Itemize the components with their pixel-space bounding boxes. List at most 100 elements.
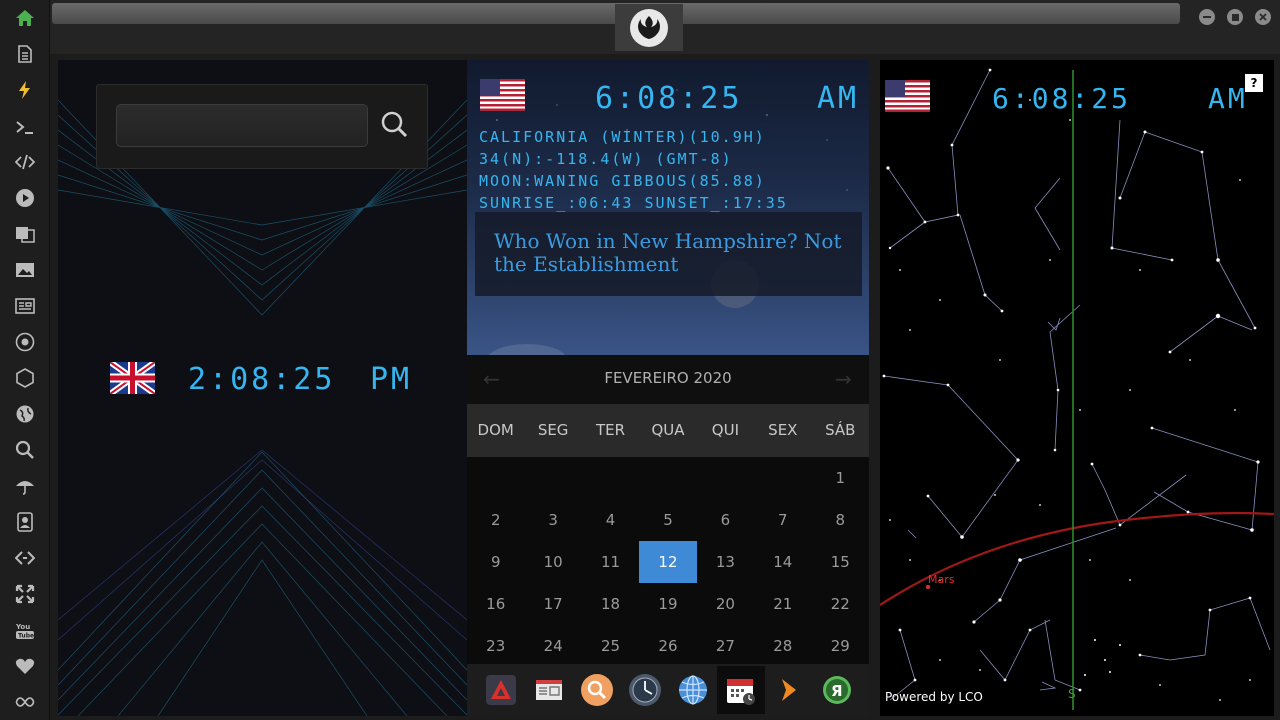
coordinates-line: 34(N):-118.4(W) (GMT-8)	[479, 150, 733, 168]
arch-icon[interactable]	[477, 666, 525, 714]
sky-clock-time: 6:08:25	[992, 82, 1132, 115]
calendar-day[interactable]: 23	[467, 625, 524, 667]
calendar-day[interactable]: 19	[639, 583, 696, 625]
clock-app-icon[interactable]	[621, 666, 669, 714]
moon-phase-line: MOON:WANING GIBBOUS(85.88)	[479, 172, 766, 190]
calendar-day	[639, 457, 696, 499]
sky-clock-ampm: AM	[1208, 82, 1248, 115]
calendar-day	[754, 457, 811, 499]
calendar-day-today[interactable]: 12	[639, 541, 697, 583]
calendar-day[interactable]: 7	[754, 499, 811, 541]
calendar-day[interactable]: 18	[582, 583, 639, 625]
svg-text:Tube: Tube	[18, 633, 34, 640]
calendar-day[interactable]: 11	[582, 541, 639, 583]
calendar-day[interactable]: 4	[582, 499, 639, 541]
calendar-day[interactable]: 14	[754, 541, 811, 583]
svg-text:Я: Я	[831, 682, 843, 700]
calendar-day[interactable]: 9	[467, 541, 524, 583]
calendar-day[interactable]: 25	[582, 625, 639, 667]
code-icon[interactable]	[13, 150, 37, 174]
news-headline-box: Who Won in New Hampshire? Not the Establ…	[475, 212, 862, 296]
hexagon-icon[interactable]	[13, 366, 37, 390]
calendar-day[interactable]: 6	[697, 499, 754, 541]
calendar-day[interactable]: 10	[524, 541, 581, 583]
svg-text:You: You	[15, 623, 30, 631]
code-tag-icon[interactable]	[13, 546, 37, 570]
calendar-day[interactable]: 15	[812, 541, 869, 583]
heart-icon[interactable]	[13, 654, 37, 678]
weekday-label: DOM	[477, 421, 514, 439]
yandex-icon[interactable]: Я	[813, 666, 861, 714]
rebel-alliance-icon	[630, 8, 668, 47]
calendar-day[interactable]: 28	[754, 625, 811, 667]
calendar-day	[697, 457, 754, 499]
calendar-grid: 1 2 3 4 5 6 7 8 9 10 11 12 13 14 15 16 17 18 19 20 21 22 23 24 2…	[467, 457, 869, 667]
us-flag-icon	[885, 80, 930, 112]
calendar-title: FEVEREIRO 2020	[604, 369, 732, 387]
calendar-week-row: 1	[467, 457, 869, 499]
calendar-day[interactable]: 21	[754, 583, 811, 625]
calendar-day[interactable]: 20	[697, 583, 754, 625]
lightning-icon[interactable]	[13, 78, 37, 102]
us-clock-ampm: AM	[817, 81, 860, 116]
newspaper-icon[interactable]	[525, 666, 573, 714]
calendar-day[interactable]: 16	[467, 583, 524, 625]
rebel-logo-tab[interactable]	[615, 4, 683, 51]
globe-app-icon[interactable]	[669, 666, 717, 714]
calendar-day[interactable]: 5	[639, 499, 696, 541]
calendar-day	[524, 457, 581, 499]
weekday-label: SEG	[537, 421, 569, 439]
calendar-day[interactable]: 29	[812, 625, 869, 667]
star-map-panel: 6:08:25 AM ? Mars S Powered by LCO	[880, 60, 1274, 716]
calendar-week-row: 9 10 11 12 13 14 15	[467, 541, 869, 583]
weekday-label: QUI	[711, 421, 739, 439]
minimize-button[interactable]	[1199, 9, 1215, 25]
weekday-label: SÁB	[825, 421, 856, 439]
calendar-day[interactable]: 8	[812, 499, 869, 541]
calendar-app-icon[interactable]	[717, 666, 765, 714]
aperture-icon[interactable]	[13, 330, 37, 354]
home-icon[interactable]	[13, 6, 37, 30]
calendar-day[interactable]: 17	[524, 583, 581, 625]
expand-icon[interactable]	[13, 582, 37, 606]
calendar-week-row: 2345678	[467, 499, 869, 541]
calendar-day[interactable]: 26	[639, 625, 696, 667]
help-button[interactable]: ?	[1245, 74, 1263, 92]
news-icon[interactable]	[13, 294, 37, 318]
sunrise-sunset-line: SUNRISE_:06:43 SUNSET_:17:35	[479, 194, 788, 212]
globe-icon[interactable]	[13, 402, 37, 426]
calendar-day[interactable]: 1	[812, 457, 869, 499]
image-icon[interactable]	[13, 258, 37, 282]
calendar-day	[467, 457, 524, 499]
translate-icon[interactable]	[13, 222, 37, 246]
search-app-icon[interactable]	[573, 666, 621, 714]
search-input[interactable]	[116, 104, 368, 147]
calendar-day[interactable]: 27	[697, 625, 754, 667]
calendar-weekdays: DOM SEG TER QUA QUI SEX SÁB	[467, 404, 869, 457]
infinity-icon[interactable]	[13, 690, 37, 714]
world-clock-panel: 2:08:25 PM	[58, 60, 467, 716]
play-icon[interactable]	[13, 186, 37, 210]
us-flag-icon	[480, 79, 525, 111]
search-button[interactable]	[377, 107, 413, 143]
arrow-app-icon[interactable]	[765, 666, 813, 714]
calendar-day[interactable]: 24	[524, 625, 581, 667]
sidebar: You Tube	[0, 0, 50, 720]
calendar-day[interactable]: 13	[697, 541, 754, 583]
south-label: S	[1068, 687, 1076, 701]
powered-by-label: Powered by LCO	[885, 690, 983, 704]
news-headline-link[interactable]: Who Won in New Hampshire? Not the Establ…	[494, 230, 844, 276]
search-icon[interactable]	[13, 438, 37, 462]
next-month-icon[interactable]: →	[835, 367, 852, 391]
document-icon[interactable]	[13, 42, 37, 66]
calendar-week-row: 16 17 18 19 20 21 22	[467, 583, 869, 625]
calendar-day[interactable]: 2	[467, 499, 524, 541]
umbrella-icon[interactable]	[13, 474, 37, 498]
maximize-button[interactable]	[1227, 9, 1243, 25]
close-button[interactable]	[1255, 9, 1271, 25]
calendar-day[interactable]: 22	[812, 583, 869, 625]
terminal-icon[interactable]	[13, 115, 37, 139]
youtube-icon[interactable]: You Tube	[13, 618, 37, 642]
contacts-icon[interactable]	[13, 510, 37, 534]
calendar-day[interactable]: 3	[524, 499, 581, 541]
